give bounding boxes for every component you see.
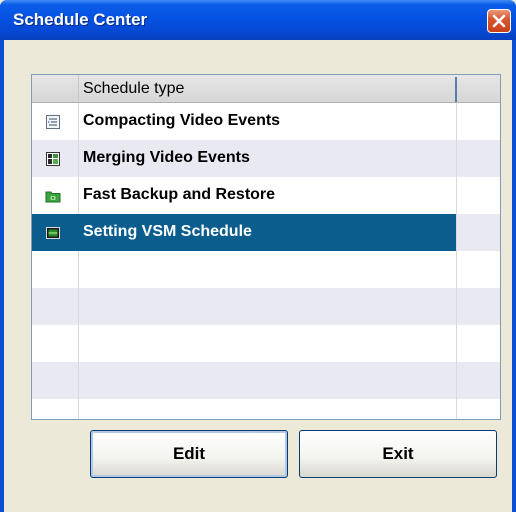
- close-icon: [492, 14, 506, 28]
- backup-folder-icon: [45, 191, 61, 203]
- list-header: Schedule type: [32, 75, 500, 103]
- dialog-client-area: Schedule type Compacting Video Events Me…: [4, 40, 512, 512]
- window-title: Schedule Center: [13, 10, 148, 29]
- list-item-label: Fast Backup and Restore: [83, 186, 276, 203]
- list-item-merging-video-events[interactable]: Merging Video Events: [32, 140, 500, 177]
- header-divider: [78, 75, 79, 102]
- empty-row: [32, 362, 500, 399]
- schedule-list[interactable]: Schedule type Compacting Video Events Me…: [31, 74, 501, 420]
- column-resize-handle[interactable]: [455, 77, 457, 102]
- vsm-schedule-icon: [46, 227, 60, 239]
- compact-events-icon: [46, 115, 60, 129]
- empty-row: [32, 399, 500, 419]
- title-bar[interactable]: Schedule Center: [0, 0, 516, 40]
- close-button[interactable]: [487, 9, 511, 33]
- empty-row: [32, 325, 500, 362]
- empty-row: [32, 288, 500, 325]
- empty-row: [32, 251, 500, 288]
- list-item-label: Compacting Video Events: [83, 112, 281, 129]
- list-item-compacting-video-events[interactable]: Compacting Video Events: [32, 103, 500, 140]
- edit-button[interactable]: Edit: [90, 430, 288, 478]
- list-item-setting-vsm-schedule[interactable]: Setting VSM Schedule: [32, 214, 500, 251]
- list-item-fast-backup-and-restore[interactable]: Fast Backup and Restore: [32, 177, 500, 214]
- column-header-schedule-type[interactable]: Schedule type: [83, 80, 184, 98]
- exit-button[interactable]: Exit: [299, 430, 497, 478]
- schedule-center-window: Schedule Center Schedule type Compacting…: [0, 0, 516, 512]
- list-item-label: Setting VSM Schedule: [83, 223, 252, 240]
- list-item-label: Merging Video Events: [83, 149, 250, 166]
- merge-events-icon: [46, 152, 60, 166]
